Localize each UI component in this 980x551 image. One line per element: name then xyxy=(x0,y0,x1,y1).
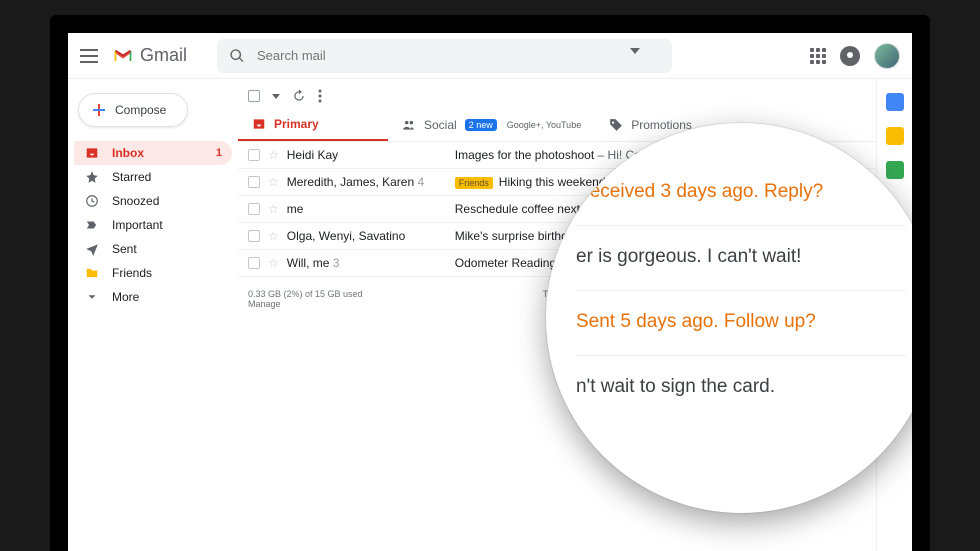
star-icon[interactable]: ☆ xyxy=(268,229,279,243)
nudge-reply: Received 3 days ago. Reply? xyxy=(576,181,906,203)
row-checkbox[interactable] xyxy=(248,257,260,269)
row-checkbox[interactable] xyxy=(248,176,260,188)
inbox-count: 1 xyxy=(216,147,222,159)
row-checkbox[interactable] xyxy=(248,149,260,161)
sidebar-item-label: Starred xyxy=(112,170,151,184)
mag-snippet: n't wait to sign the card. xyxy=(576,355,906,398)
header: Gmail xyxy=(68,33,912,79)
keep-icon[interactable] xyxy=(886,127,904,145)
sidebar-item-label: Friends xyxy=(112,266,152,280)
menu-icon[interactable] xyxy=(80,49,98,63)
sidebar-item-starred[interactable]: Starred xyxy=(74,165,232,189)
important-icon xyxy=(84,217,100,233)
tasks-icon[interactable] xyxy=(886,161,904,179)
sidebar-item-friends[interactable]: Friends xyxy=(74,261,232,285)
sidebar-item-inbox[interactable]: Inbox 1 xyxy=(74,141,232,165)
nudge-followup: Sent 5 days ago. Follow up? xyxy=(576,290,906,333)
sidebar-item-label: Snoozed xyxy=(112,194,159,208)
gmail-icon xyxy=(110,46,136,66)
compose-label: Compose xyxy=(115,103,166,117)
select-all-checkbox[interactable] xyxy=(248,90,260,102)
sender: Will, me 3 xyxy=(287,256,447,270)
primary-icon xyxy=(252,117,266,131)
tab-primary[interactable]: Primary xyxy=(238,109,388,141)
storage-text: 0.33 GB (2%) of 15 GB used xyxy=(248,289,363,299)
search-options-icon[interactable] xyxy=(630,48,646,64)
row-checkbox[interactable] xyxy=(248,230,260,242)
sidebar-item-label: Inbox xyxy=(112,146,144,160)
search-icon xyxy=(229,48,245,64)
sidebar-item-important[interactable]: Important xyxy=(74,213,232,237)
compose-button[interactable]: Compose xyxy=(78,93,188,127)
star-icon[interactable]: ☆ xyxy=(268,202,279,216)
calendar-icon[interactable] xyxy=(886,93,904,111)
tab-label: Primary xyxy=(274,117,319,131)
tab-label: Social xyxy=(424,118,457,132)
search-bar[interactable] xyxy=(217,39,672,73)
star-icon[interactable]: ☆ xyxy=(268,175,279,189)
star-icon[interactable]: ☆ xyxy=(268,256,279,270)
sidebar-item-label: More xyxy=(112,290,139,304)
clock-icon xyxy=(84,193,100,209)
plus-icon xyxy=(91,102,107,118)
sender: Olga, Wenyi, Savatino xyxy=(287,229,447,243)
chevron-down-icon xyxy=(84,289,100,305)
social-badge: 2 new xyxy=(465,119,497,131)
sidebar: Compose Inbox 1 Starred Snoozed I xyxy=(68,79,238,551)
folder-icon xyxy=(84,265,100,281)
tag-icon xyxy=(609,118,623,132)
apps-icon[interactable] xyxy=(810,48,826,64)
social-icon xyxy=(402,118,416,132)
sender: Meredith, James, Karen 4 xyxy=(287,175,447,189)
star-icon[interactable]: ☆ xyxy=(268,148,279,162)
magnifier-overlay: Received 3 days ago. Reply? er is gorgeo… xyxy=(546,123,912,513)
toolbar xyxy=(238,79,876,109)
inbox-icon xyxy=(84,145,100,161)
social-sub: Google+, YouTube xyxy=(507,120,581,130)
select-caret-icon[interactable] xyxy=(272,94,280,99)
send-icon xyxy=(84,241,100,257)
star-icon xyxy=(84,169,100,185)
tab-label: Promotions xyxy=(631,118,692,132)
tab-social[interactable]: Social 2 new Google+, YouTube xyxy=(388,109,595,141)
sidebar-item-snoozed[interactable]: Snoozed xyxy=(74,189,232,213)
sender: Heidi Kay xyxy=(287,148,447,162)
app-name: Gmail xyxy=(140,45,187,66)
subject: Hiking this weekend xyxy=(499,175,606,189)
label-tag: Friends xyxy=(455,177,493,189)
mag-snippet: er is gorgeous. I can't wait! xyxy=(576,225,906,268)
manage-link[interactable]: Manage xyxy=(248,299,281,309)
refresh-icon[interactable] xyxy=(292,89,306,103)
subject: Images for the photoshoot xyxy=(455,148,594,162)
sidebar-item-more[interactable]: More xyxy=(74,285,232,309)
logo[interactable]: Gmail xyxy=(110,45,187,66)
avatar[interactable] xyxy=(874,43,900,69)
search-input[interactable] xyxy=(257,48,628,63)
notifications-icon[interactable] xyxy=(840,46,860,66)
sidebar-item-label: Sent xyxy=(112,242,137,256)
sidebar-item-sent[interactable]: Sent xyxy=(74,237,232,261)
row-checkbox[interactable] xyxy=(248,203,260,215)
more-icon[interactable] xyxy=(318,89,322,103)
sidebar-item-label: Important xyxy=(112,218,163,232)
sender: me xyxy=(287,202,447,216)
